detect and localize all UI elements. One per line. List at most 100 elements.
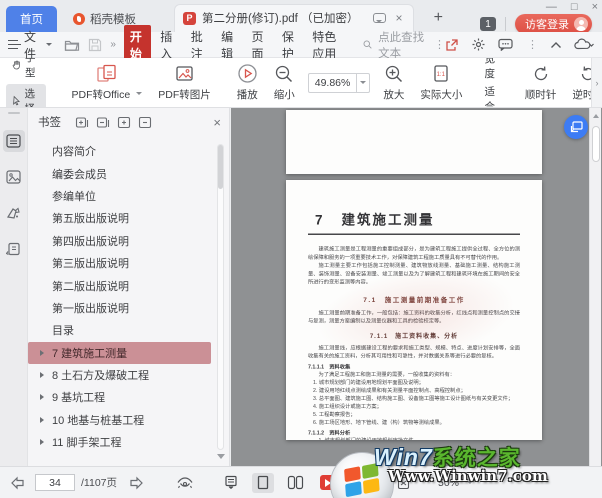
fit-page-button[interactable]: 适合页面: [474, 84, 503, 107]
rotate-clockwise-button[interactable]: 顺时针: [520, 62, 562, 104]
actual-size-small-icon[interactable]: 1:1: [349, 476, 362, 490]
minimize-button[interactable]: —: [546, 1, 557, 14]
close-panel-icon[interactable]: ×: [213, 115, 221, 130]
bookmarks-panel-button[interactable]: [2, 130, 25, 152]
search-box[interactable]: 点此查找文本 ⋮: [363, 29, 445, 61]
floating-assistant-button[interactable]: [564, 115, 588, 139]
hand-tool-button[interactable]: 手型: [6, 58, 46, 82]
bookmark-item[interactable]: 第三版出版说明: [28, 252, 213, 274]
scroll-view-button[interactable]: [220, 473, 242, 493]
bookmark-item[interactable]: 编委会成员: [28, 162, 213, 184]
thumbnails-panel-button[interactable]: [3, 166, 25, 188]
eye-protect-button[interactable]: [176, 476, 194, 490]
previous-page-icon[interactable]: [10, 476, 25, 490]
login-label: 访客登录: [525, 19, 569, 31]
paragraph: 施工测量前期准备工作，一般包括：施工资料的收集分析，红线点和测量控制点的交接与复…: [308, 309, 520, 324]
bookmark-item[interactable]: 目录: [28, 319, 213, 341]
zoom-dropdown[interactable]: [356, 73, 369, 92]
bookmark-item[interactable]: 7 建筑施工测量: [28, 341, 211, 364]
annotations-panel-button[interactable]: [3, 202, 25, 224]
tab-close-icon[interactable]: ×: [396, 11, 403, 25]
pdf-to-image-label: PDF转图片: [158, 88, 211, 101]
zoom-out-label: 缩小: [273, 88, 295, 101]
resource-list-item: 1. 城市规划部门的建设用地规划平面图及说明；: [313, 379, 424, 386]
add-bookmark-icon[interactable]: [117, 116, 131, 129]
share-icon[interactable]: [445, 38, 459, 52]
more-options-icon[interactable]: ⋮: [527, 38, 538, 51]
document-scroll-thumb[interactable]: [591, 126, 600, 162]
section-heading-71: 7.1 施工测量前期准备工作: [363, 295, 465, 304]
bookmark-label: 10 地基与桩基工程: [52, 414, 145, 427]
delete-bookmark-icon[interactable]: [138, 116, 152, 129]
page-number-input[interactable]: [35, 474, 75, 491]
expand-all-icon[interactable]: [75, 116, 89, 129]
pdf-to-image-button[interactable]: PDF转图片: [153, 62, 216, 104]
close-button[interactable]: ×: [592, 1, 598, 14]
pdf-page-current[interactable]: 7 建筑施工测量 建筑施工测量是工程测量的重要组成部分，是为建筑工程施工提供全过…: [286, 180, 542, 440]
bookmark-item[interactable]: 8 土石方及爆破工程: [28, 364, 213, 386]
file-menu[interactable]: 文件: [24, 28, 42, 62]
bookmark-label: 第三版出版说明: [52, 258, 129, 271]
scroll-up-icon[interactable]: [593, 111, 599, 118]
bookmark-item[interactable]: 10 地基与桩基工程: [28, 409, 213, 431]
cloud-sync-icon[interactable]: [574, 38, 594, 51]
bookmark-item[interactable]: 内容简介: [28, 140, 213, 162]
single-page-view-button[interactable]: [252, 472, 274, 493]
play-button[interactable]: 播放: [232, 61, 263, 104]
sidebar-scroll-down-icon[interactable]: [217, 454, 225, 463]
fit-page-small-icon[interactable]: [397, 476, 410, 490]
expand-caret-icon[interactable]: [40, 416, 47, 423]
chevron-down-icon[interactable]: [46, 43, 53, 49]
toolbar-expand-button[interactable]: ›: [591, 58, 602, 107]
feedback-icon[interactable]: [498, 38, 513, 51]
search-options-icon[interactable]: ⋮: [434, 38, 445, 51]
paragraph: 1. 城市规划部门的建设用地规划审批文件……: [308, 437, 520, 441]
bookmark-label: 11 脚手架工程: [52, 437, 122, 450]
fit-width-small-icon[interactable]: [373, 476, 386, 490]
expand-caret-icon[interactable]: [40, 439, 47, 446]
bookmark-item[interactable]: 11 脚手架工程: [28, 431, 213, 452]
hamburger-menu-icon[interactable]: [8, 40, 21, 49]
open-folder-icon[interactable]: [64, 38, 80, 52]
read-mode-play-button[interactable]: [320, 475, 337, 490]
bookmark-item[interactable]: 参编单位: [28, 185, 213, 207]
zoom-out-button[interactable]: 缩小: [269, 62, 300, 104]
maximize-button[interactable]: □: [571, 1, 578, 14]
actual-size-button[interactable]: 1:1 实际大小: [415, 62, 467, 104]
fit-buttons: 适合宽度 适合页面: [474, 58, 503, 107]
select-tool-button[interactable]: 选择: [6, 83, 46, 107]
statusbar-zoom-value[interactable]: 50%: [438, 476, 474, 489]
sidebar-scrollbar[interactable]: [217, 144, 224, 450]
next-page-icon[interactable]: [129, 476, 144, 490]
pdf-page-previous[interactable]: [286, 110, 542, 174]
expand-caret-icon[interactable]: [40, 394, 47, 401]
comment-bubble-icon[interactable]: [372, 13, 386, 23]
strip-drag-handle[interactable]: [7, 112, 20, 114]
sidebar-scroll-thumb[interactable]: [218, 145, 223, 189]
doc-count-badge[interactable]: 1: [480, 17, 496, 31]
bookmark-item[interactable]: 第一版出版说明: [28, 297, 213, 319]
zoom-percent-label: 50%: [438, 476, 460, 489]
bookmark-item[interactable]: 第五版出版说明: [28, 207, 213, 229]
collapse-ribbon-icon[interactable]: [550, 41, 562, 49]
gear-icon[interactable]: [471, 37, 486, 52]
resource-list-item: 2. 建设用地红线点测绘成果和有关测量平面控制点、高程控制点；: [313, 387, 466, 394]
guest-login-button[interactable]: 访客登录: [515, 14, 592, 34]
zoom-level-combo[interactable]: 49.86%: [307, 72, 371, 93]
bookmark-item[interactable]: 9 基坑工程: [28, 386, 213, 408]
expand-caret-icon[interactable]: [40, 349, 47, 356]
convert-panel-button[interactable]: [3, 238, 25, 260]
zoom-in-button[interactable]: 放大: [378, 62, 409, 104]
save-icon[interactable]: [88, 38, 102, 52]
paragraph: 施工测量主要工作包括施工控制测量、建筑物放线测量、基础施工测量、结构施工测量、装…: [308, 262, 520, 286]
two-page-view-button[interactable]: [284, 473, 306, 493]
rotate-cw-label: 顺时针: [524, 88, 557, 101]
more-quick-icons[interactable]: »: [110, 39, 115, 50]
document-scrollbar[interactable]: [589, 108, 601, 466]
expand-caret-icon[interactable]: [40, 372, 47, 379]
collapse-all-icon[interactable]: [96, 116, 110, 129]
pdf-to-office-button[interactable]: PDF转Office: [67, 62, 148, 104]
bookmark-item[interactable]: 第四版出版说明: [28, 230, 213, 252]
bookmark-item[interactable]: 第二版出版说明: [28, 274, 213, 296]
fit-width-button[interactable]: 适合宽度: [474, 58, 503, 81]
